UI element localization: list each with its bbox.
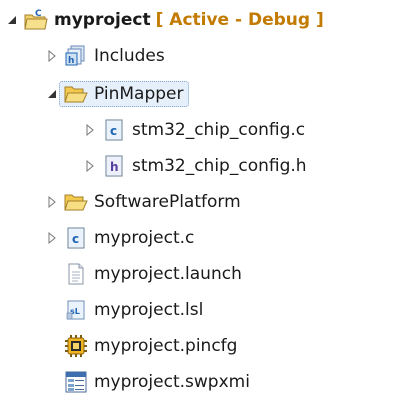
tree-item-stm32-h[interactable]: h stm32_chip_config.h bbox=[84, 148, 307, 184]
svg-text:C: C bbox=[35, 9, 42, 19]
tree-item-label: stm32_chip_config.c bbox=[132, 120, 306, 140]
tree-item-label: stm32_chip_config.h bbox=[132, 156, 307, 176]
project-explorer-tree: C myproject [ Active - Debug ] h Include… bbox=[0, 0, 396, 398]
tree-item-stm32-c[interactable]: c stm32_chip_config.c bbox=[84, 112, 305, 148]
pin-config-icon bbox=[64, 334, 88, 358]
includes-icon: h bbox=[64, 44, 88, 68]
tree-item-label: myproject.pincfg bbox=[94, 336, 238, 356]
software-platform-icon bbox=[64, 370, 88, 394]
svg-text:c: c bbox=[72, 232, 79, 246]
tree-item-myproject-pincfg[interactable]: myproject.pincfg bbox=[64, 328, 237, 364]
svg-text:h: h bbox=[68, 56, 74, 66]
tree-item-label: myproject.c bbox=[94, 228, 195, 248]
c-file-icon: c bbox=[102, 118, 126, 142]
tree-item-softwareplatform[interactable]: SoftwarePlatform bbox=[46, 184, 241, 220]
tree-item-includes[interactable]: h Includes bbox=[46, 38, 165, 74]
open-folder-icon bbox=[64, 82, 88, 106]
tree-item-label: myproject.launch bbox=[94, 264, 242, 284]
project-folder-icon: C bbox=[24, 8, 48, 32]
open-folder-icon bbox=[64, 190, 88, 214]
c-file-icon: c bbox=[64, 226, 88, 250]
tree-item-myproject-launch[interactable]: myproject.launch bbox=[64, 256, 242, 292]
collapsed-arrow-icon[interactable] bbox=[46, 196, 58, 208]
tree-item-label: SoftwarePlatform bbox=[94, 192, 241, 212]
svg-text:c: c bbox=[110, 124, 117, 138]
launch-file-icon bbox=[64, 262, 88, 286]
project-name: myproject bbox=[54, 10, 151, 30]
tree-item-project[interactable]: C myproject [ Active - Debug ] bbox=[6, 2, 324, 38]
tree-item-myproject-swpxmi[interactable]: myproject.swpxmi bbox=[64, 364, 250, 400]
tree-item-myproject-c[interactable]: c myproject.c bbox=[46, 220, 194, 256]
linker-script-icon: sL bbox=[64, 298, 88, 322]
tree-item-label: PinMapper bbox=[94, 84, 184, 104]
collapsed-arrow-icon[interactable] bbox=[46, 232, 58, 244]
expanded-arrow-icon[interactable] bbox=[46, 88, 58, 100]
tree-item-pinmapper[interactable]: PinMapper bbox=[46, 76, 189, 112]
tree-item-label: myproject.lsl bbox=[94, 300, 204, 320]
collapsed-arrow-icon[interactable] bbox=[46, 50, 58, 62]
selection-box: PinMapper bbox=[59, 81, 189, 107]
collapsed-arrow-icon[interactable] bbox=[84, 160, 96, 172]
h-file-icon: h bbox=[102, 154, 126, 178]
tree-item-myproject-lsl[interactable]: sL myproject.lsl bbox=[64, 292, 203, 328]
tree-item-label: myproject.swpxmi bbox=[94, 372, 250, 392]
svg-text:h: h bbox=[110, 160, 119, 174]
expanded-arrow-icon[interactable] bbox=[6, 14, 18, 26]
tree-item-label: Includes bbox=[94, 46, 165, 66]
collapsed-arrow-icon[interactable] bbox=[84, 124, 96, 136]
project-status-badge: [ Active - Debug ] bbox=[155, 10, 324, 30]
